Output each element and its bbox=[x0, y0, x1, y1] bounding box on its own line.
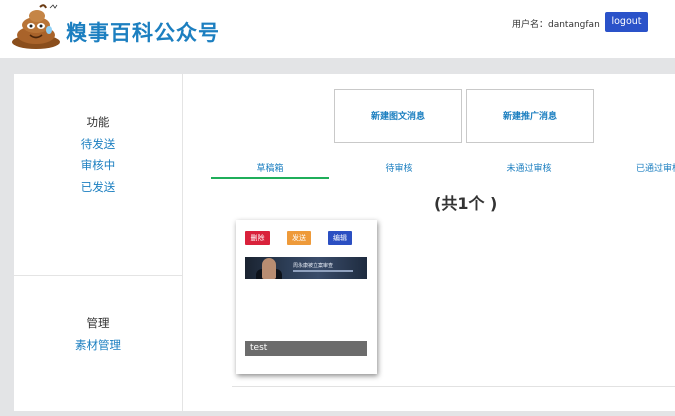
active-tab-indicator bbox=[211, 177, 329, 179]
top-header: 糗事百科公众号 用户名：dantangfan logout bbox=[0, 0, 675, 58]
delete-button[interactable]: 删除 bbox=[245, 231, 270, 245]
left-gutter bbox=[0, 74, 14, 416]
draft-card: 删除 发送 编辑 周永康被立案审查 test bbox=[236, 220, 377, 374]
username-label: 用户名：dantangfan bbox=[512, 20, 600, 30]
item-count: (共1个 ) bbox=[434, 194, 498, 213]
brand-title: 糗事百科公众号 bbox=[66, 21, 220, 45]
content-bottom-divider bbox=[232, 386, 675, 387]
thumbnail-face bbox=[262, 258, 276, 279]
logout-button[interactable]: logout bbox=[605, 12, 648, 32]
new-promo-button[interactable]: 新建推广消息 bbox=[466, 89, 594, 143]
article-thumbnail: 周永康被立案审查 bbox=[245, 257, 367, 279]
edit-button[interactable]: 编辑 bbox=[328, 231, 352, 245]
sidebar-item-materials[interactable]: 素材管理 bbox=[14, 337, 182, 353]
thumbnail-caption: 周永康被立案审查 bbox=[293, 263, 334, 269]
tab-rejected[interactable]: 未通过审核 bbox=[470, 161, 588, 174]
sidebar-heading-functions: 功能 bbox=[86, 115, 110, 129]
tab-drafts[interactable]: 草稿箱 bbox=[211, 161, 329, 174]
sidebar-item-under-review[interactable]: 审核中 bbox=[14, 157, 182, 173]
tab-pending-review[interactable]: 待审核 bbox=[340, 161, 458, 174]
card-title: test bbox=[245, 341, 367, 356]
send-button[interactable]: 发送 bbox=[287, 231, 311, 245]
tab-approved[interactable]: 已通过审核 bbox=[600, 161, 675, 174]
sidebar-divider bbox=[14, 275, 182, 276]
sidebar-item-sent[interactable]: 已发送 bbox=[14, 179, 182, 195]
sidebar-item-pending-send[interactable]: 待发送 bbox=[14, 136, 182, 152]
new-article-button[interactable]: 新建图文消息 bbox=[334, 89, 462, 143]
thumbnail-subline bbox=[293, 270, 353, 272]
footer-bar bbox=[0, 411, 675, 416]
header-divider bbox=[0, 58, 675, 74]
poop-logo-icon bbox=[12, 4, 60, 49]
sidebar-heading-manage: 管理 bbox=[86, 316, 110, 330]
